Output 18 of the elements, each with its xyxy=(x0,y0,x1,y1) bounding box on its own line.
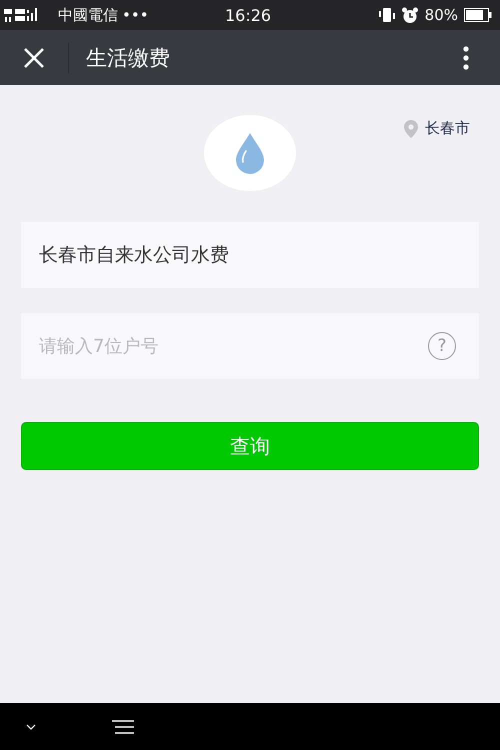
query-button[interactable]: 查询 xyxy=(21,422,479,470)
account-input-field[interactable]: 请输入7位户号 ? xyxy=(21,313,479,379)
alarm-icon xyxy=(400,6,419,24)
bill-field[interactable]: 长春市自来水公司水费 xyxy=(21,222,479,288)
chevron-down-icon[interactable] xyxy=(26,724,36,730)
help-button[interactable]: ? xyxy=(428,332,456,360)
carrier-name: 中國電信 xyxy=(58,6,118,24)
vibrate-icon xyxy=(378,7,395,23)
page-title: 生活缴费 xyxy=(86,44,171,72)
battery-icon xyxy=(464,8,492,22)
signal-dots: ••• xyxy=(122,6,149,24)
water-drop-icon xyxy=(234,132,266,174)
clock-time: 16:26 xyxy=(224,6,272,24)
more-button[interactable] xyxy=(462,44,470,70)
battery-percent: 80% xyxy=(424,6,458,24)
city-name[interactable]: 长春市 xyxy=(425,119,470,138)
menu-icon[interactable] xyxy=(112,720,134,734)
location-pin-icon xyxy=(404,120,418,138)
